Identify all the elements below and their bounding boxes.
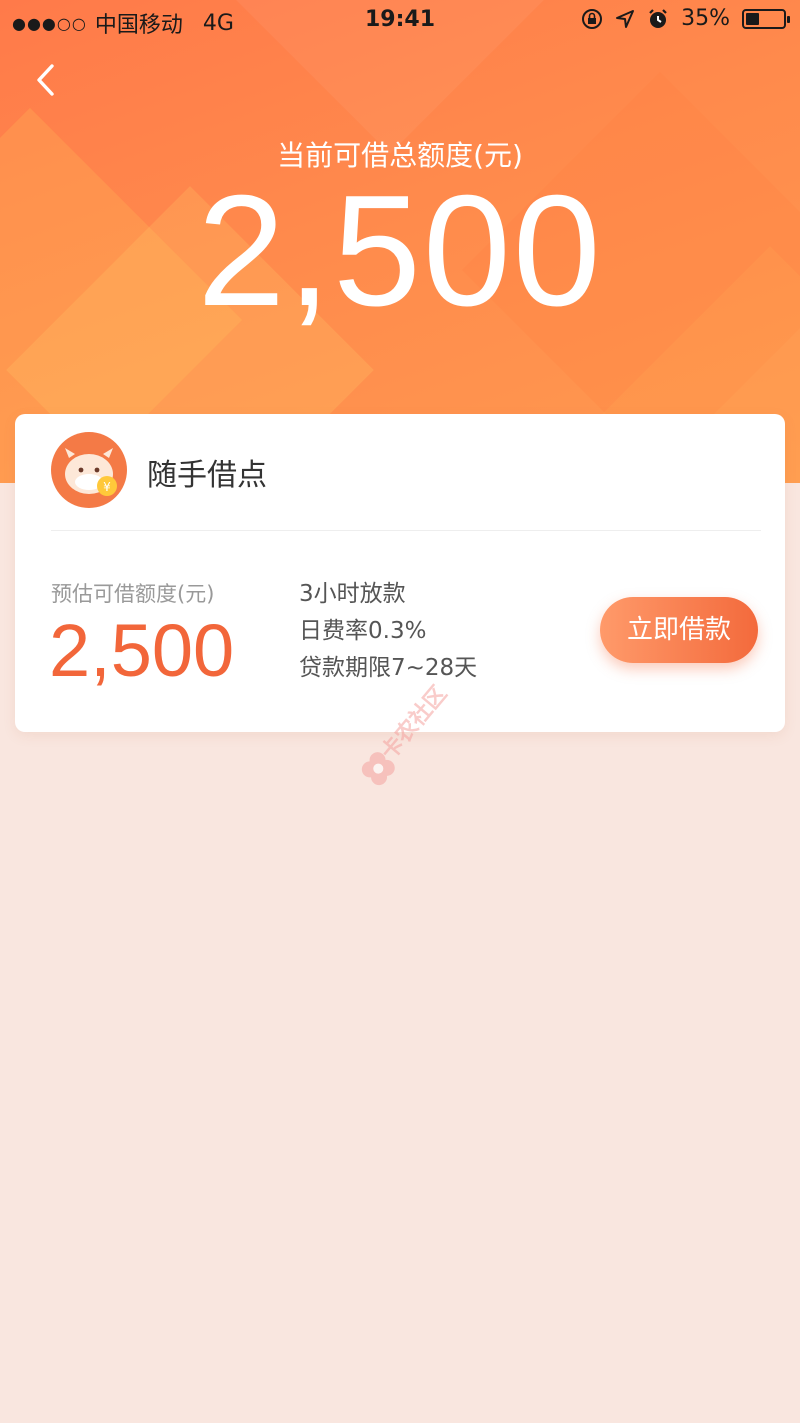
back-button[interactable] — [28, 60, 68, 100]
estimated-credit-label: 预估可借额度(元) — [51, 582, 215, 606]
chevron-left-icon — [37, 64, 54, 96]
product-logo: ¥ — [51, 432, 127, 508]
location-arrow-icon — [616, 9, 635, 28]
card-divider — [51, 530, 761, 531]
svg-text:¥: ¥ — [103, 480, 111, 494]
total-credit-amount: 2,500 — [197, 163, 603, 339]
battery-level — [746, 12, 759, 25]
alarm-clock-icon — [649, 8, 667, 28]
product-name: 随手借点 — [147, 458, 267, 493]
cow-mascot-icon: ¥ — [65, 448, 117, 496]
watermark-text: 卡农社区 — [376, 681, 453, 765]
battery-icon — [742, 8, 790, 29]
orientation-lock-icon — [582, 8, 603, 29]
feature-payout-time: 3小时放款 — [299, 581, 406, 607]
product-features: 3小时放款 日费率0.3% 贷款期限7~28天 — [299, 576, 477, 687]
apply-loan-button[interactable]: 立即借款 — [600, 597, 758, 663]
status-bar: ●●●○○ 中国移动 4G 19:41 35% — [0, 0, 800, 42]
status-right: 35% — [581, 6, 790, 31]
feature-daily-rate: 日费率0.3% — [299, 618, 427, 644]
estimated-credit-amount: 2,500 — [49, 609, 235, 692]
battery-percent: 35% — [681, 6, 730, 31]
